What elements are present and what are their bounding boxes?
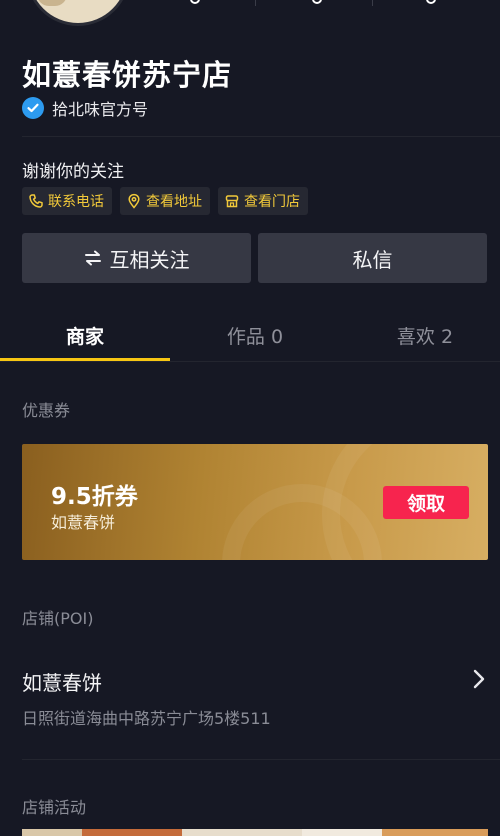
verified-badge[interactable]: 拾北味官方号 <box>22 96 148 120</box>
coupon-card[interactable]: 9.5折券 如薏春饼 领取 <box>22 444 488 560</box>
stat-divider <box>255 0 256 6</box>
chip-label: 查看地址 <box>146 194 202 210</box>
phone-icon <box>29 194 43 208</box>
divider <box>22 136 500 137</box>
location-pin-icon <box>128 193 140 209</box>
view-address-button[interactable]: 查看地址 <box>120 187 210 215</box>
divider <box>0 361 500 362</box>
claim-coupon-button[interactable]: 领取 <box>383 486 469 519</box>
store-section-title: 店铺(POI) <box>22 609 94 628</box>
coupon-shop-name: 如薏春饼 <box>51 513 116 532</box>
store-name[interactable]: 如薏春饼 <box>22 667 102 696</box>
tab-works[interactable]: 作品 0 <box>170 322 340 349</box>
stat-count-glyph <box>190 0 200 4</box>
button-label: 私信 <box>352 247 393 272</box>
activity-section-title: 店铺活动 <box>22 798 87 817</box>
avatar[interactable] <box>26 0 130 26</box>
stat-count-glyph <box>426 0 436 4</box>
verified-check-icon <box>22 97 44 119</box>
coupon-amount: 9.5折券 <box>51 484 138 510</box>
profile-bio: 谢谢你的关注 <box>22 162 124 182</box>
store-address: 日照街道海曲中路苏宁广场5楼511 <box>22 709 271 728</box>
chip-label: 查看门店 <box>244 194 300 210</box>
stat-divider <box>372 0 373 6</box>
contact-phone-button[interactable]: 联系电话 <box>22 187 112 215</box>
tab-likes[interactable]: 喜欢 2 <box>340 322 500 349</box>
divider <box>22 759 500 760</box>
private-message-button[interactable]: 私信 <box>258 233 487 283</box>
activity-thumbnail <box>382 829 488 836</box>
avatar-image-part <box>37 0 67 6</box>
activity-thumbnail <box>182 829 302 836</box>
view-store-button[interactable]: 查看门店 <box>218 187 308 215</box>
activity-thumbnail <box>82 829 182 836</box>
chevron-right-icon[interactable] <box>470 668 488 690</box>
verified-label: 拾北味官方号 <box>52 100 149 119</box>
swap-arrows-icon <box>84 250 101 266</box>
button-label: 互相关注 <box>109 247 190 272</box>
store-icon <box>225 195 239 208</box>
contact-chips: 联系电话 查看地址 查看门店 <box>22 187 308 215</box>
activity-thumbnail <box>302 829 382 836</box>
profile-tabs: 商家 作品 0 喜欢 2 <box>0 312 500 362</box>
chip-label: 联系电话 <box>48 194 104 210</box>
stat-count-glyph <box>312 0 322 4</box>
activity-thumbnail <box>22 829 82 836</box>
tab-merchant[interactable]: 商家 <box>0 322 170 349</box>
coupon-section-title: 优惠券 <box>22 401 71 420</box>
page-title: 如薏春饼苏宁店 <box>22 58 233 92</box>
activity-images[interactable] <box>22 829 488 836</box>
mutual-follow-button[interactable]: 互相关注 <box>22 233 251 283</box>
